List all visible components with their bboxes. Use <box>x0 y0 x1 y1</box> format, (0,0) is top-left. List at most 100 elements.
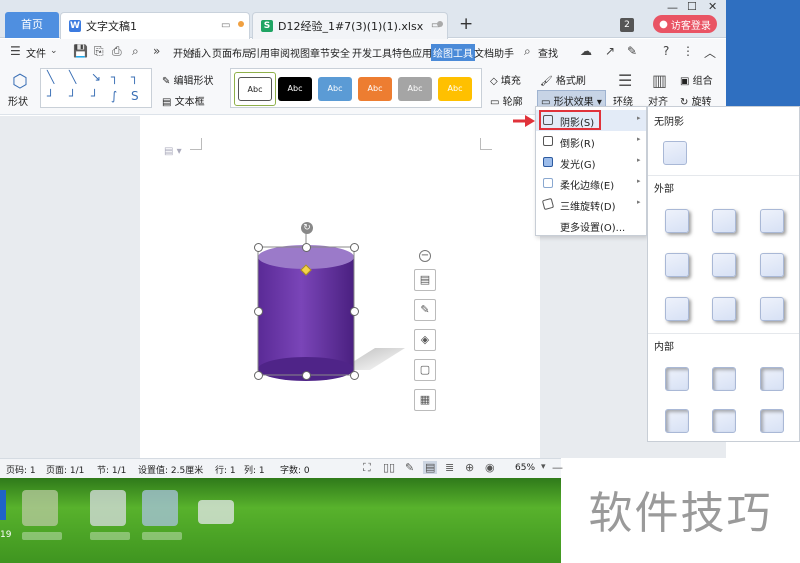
fill-bucket-icon[interactable]: ◈ <box>414 329 436 351</box>
close-icon[interactable]: ✕ <box>708 0 717 13</box>
shadow-preset-outer[interactable] <box>665 253 689 277</box>
border-icon[interactable]: ▢ <box>414 359 436 381</box>
line-icon[interactable]: ╲ <box>69 70 76 84</box>
elbow-icon[interactable]: ┐ <box>131 70 138 84</box>
shadow-preset-outer[interactable] <box>665 209 689 233</box>
share-icon[interactable]: ↗ <box>605 44 615 58</box>
resize-handle[interactable] <box>350 307 359 316</box>
more-options-icon[interactable]: ⋮ <box>682 44 694 58</box>
menu-chapter[interactable]: 章节 <box>310 45 330 60</box>
menu-start[interactable]: 开始 <box>173 45 193 60</box>
menu-drawing-tools[interactable]: 绘图工具 <box>431 44 475 61</box>
rotate-handle-icon[interactable]: ↻ <box>301 222 313 234</box>
shadow-preset-inner[interactable] <box>665 409 689 433</box>
shadow-preset-inner[interactable] <box>712 367 736 391</box>
resize-handle[interactable] <box>350 371 359 380</box>
resize-handle[interactable] <box>254 243 263 252</box>
menu-insert[interactable]: 插入 <box>191 45 211 60</box>
connector-icon[interactable]: ┘ <box>91 89 98 103</box>
login-button[interactable]: ● 访客登录 <box>653 15 717 33</box>
style-swatch-orange[interactable]: Abc <box>358 77 392 101</box>
collapse-ribbon-icon[interactable]: ︿ <box>704 44 716 61</box>
shape-label[interactable]: 形状 <box>8 93 28 108</box>
desktop-icon[interactable] <box>22 490 58 526</box>
desktop-icon[interactable] <box>90 490 126 526</box>
page-view-icon[interactable]: ▤ <box>423 461 438 474</box>
format-brush-button[interactable]: 🖌 格式刷 <box>540 72 586 87</box>
menu-special[interactable]: 特色应用 <box>392 45 432 60</box>
resize-handle[interactable] <box>254 307 263 316</box>
desktop-icon[interactable] <box>142 490 178 526</box>
menu-developer[interactable]: 开发工具 <box>352 45 392 60</box>
maximize-icon[interactable]: ☐ <box>687 0 697 13</box>
status-pages[interactable]: 页面: 1/1 <box>46 463 84 476</box>
text-wrap-icon[interactable]: ▦ <box>414 389 436 411</box>
elbow-icon[interactable]: ┐ <box>111 70 118 84</box>
chevron-down-icon[interactable]: ⌄ <box>50 46 58 56</box>
help-icon[interactable]: ? <box>663 44 669 58</box>
tab-spreadsheet[interactable]: S D12经验_1#7(3)(1)(1).xlsx ▭ <box>252 12 448 39</box>
shapes-icon[interactable]: ⬡ <box>12 71 28 92</box>
zoom-out-icon[interactable]: — <box>552 461 563 474</box>
shadow-preset-outer[interactable] <box>760 253 784 277</box>
style-swatch-yellow[interactable]: Abc <box>438 77 472 101</box>
window-count-badge[interactable]: 2 <box>620 18 634 32</box>
fill-button[interactable]: ◇ 填充 <box>490 72 521 87</box>
web-view-icon[interactable]: ⊕ <box>465 461 474 474</box>
fullscreen-icon[interactable]: ⛶ <box>363 461 371 475</box>
menu-file[interactable]: 文件 <box>26 45 46 60</box>
menu-security[interactable]: 安全 <box>330 45 350 60</box>
shadow-preset-outer[interactable] <box>760 209 784 233</box>
menu-item-3d-rotation[interactable]: 三维旋转(D) ▸ <box>536 194 646 215</box>
cloud-icon[interactable]: ☁ <box>580 44 592 58</box>
wrap-icon[interactable]: ☰ <box>618 71 632 90</box>
outline-view-icon[interactable]: ≣ <box>445 461 454 474</box>
connector-icon[interactable]: ┘ <box>47 89 54 103</box>
text-box-button[interactable]: ▤ 文本框 <box>162 93 205 108</box>
shadow-preset-outer[interactable] <box>712 297 736 321</box>
status-page-number[interactable]: 页码: 1 <box>6 463 36 476</box>
outline-button[interactable]: ▭ 轮廓 <box>490 93 523 108</box>
tab-home[interactable]: 首页 <box>5 12 59 38</box>
shadow-preset-outer[interactable] <box>712 209 736 233</box>
shadow-preset-none[interactable] <box>663 141 687 165</box>
zoom-dropdown-icon[interactable]: ▾ <box>541 462 546 472</box>
connector-icon[interactable]: ┘ <box>69 89 76 103</box>
line-icon[interactable]: ╲ <box>47 70 54 84</box>
style-swatch-gray[interactable]: Abc <box>398 77 432 101</box>
menu-review[interactable]: 审阅 <box>270 45 290 60</box>
print-icon[interactable]: ⎙ <box>112 44 122 59</box>
shadow-preset-inner[interactable] <box>665 367 689 391</box>
menu-item-more-settings[interactable]: 更多设置(O)... <box>536 215 646 236</box>
lines-gallery[interactable]: ╲ ╲ ↘ ┐ ┐ ┘ ┘ ┘ ∫ S <box>40 68 152 108</box>
pen-icon[interactable]: ✎ <box>414 299 436 321</box>
export-icon[interactable]: ⎘ <box>94 44 104 59</box>
shadow-preset-outer[interactable] <box>760 297 784 321</box>
write-mode-icon[interactable]: ✎ <box>405 461 414 474</box>
new-tab-icon[interactable]: + <box>459 14 473 34</box>
shadow-preset-outer[interactable] <box>665 297 689 321</box>
hamburger-icon[interactable]: ☰ <box>10 44 21 58</box>
minimize-icon[interactable]: — <box>667 1 678 14</box>
read-mode-icon[interactable]: ▯▯ <box>383 461 395 474</box>
layout-options-icon[interactable]: ▤ <box>414 269 436 291</box>
document-nav-icon[interactable]: ▤ ▾ <box>164 146 182 157</box>
style-swatch-black[interactable]: Abc <box>278 77 312 101</box>
status-setting[interactable]: 设置值: 2.5厘米 <box>138 463 203 476</box>
shadow-preset-inner[interactable] <box>712 409 736 433</box>
menu-find[interactable]: 查找 <box>538 45 558 60</box>
menu-item-soft-edges[interactable]: 柔化边缘(E) ▸ <box>536 173 646 194</box>
curve-icon[interactable]: S <box>131 89 139 103</box>
menu-item-glow[interactable]: 发光(G) ▸ <box>536 152 646 173</box>
more-icon[interactable]: » <box>153 44 160 58</box>
collapse-tools-icon[interactable]: − <box>419 250 431 262</box>
group-button[interactable]: ▣ 组合 <box>680 72 713 87</box>
resize-handle[interactable] <box>350 243 359 252</box>
menu-reference[interactable]: 引用 <box>250 45 270 60</box>
eye-protection-icon[interactable]: ◉ <box>485 461 495 474</box>
shadow-preset-inner[interactable] <box>760 409 784 433</box>
monitor-icon[interactable]: ▭ <box>221 20 230 31</box>
zoom-level[interactable]: 65% <box>515 463 535 473</box>
style-swatch-white[interactable]: Abc <box>238 77 272 101</box>
status-words[interactable]: 字数: 0 <box>280 463 310 476</box>
